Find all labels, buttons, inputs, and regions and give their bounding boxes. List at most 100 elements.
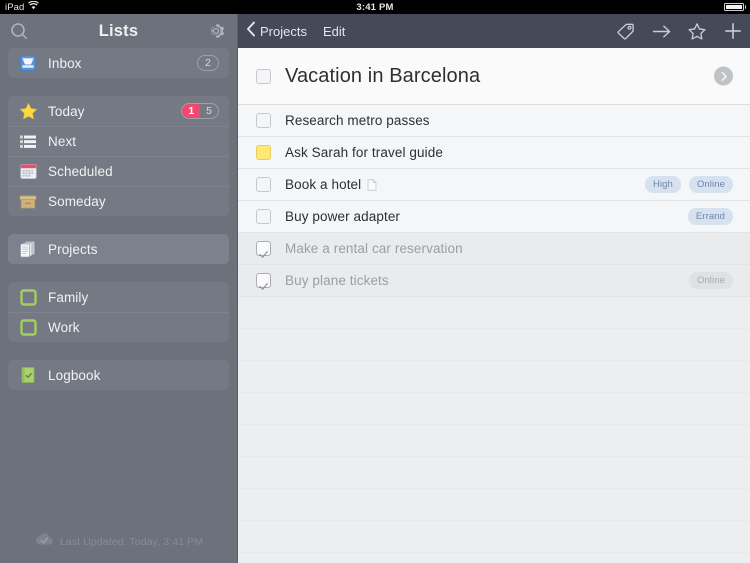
sidebar-group-areas: Family Work [8, 282, 229, 342]
page-title: Vacation in Barcelona [285, 64, 481, 87]
sidebar-item-today[interactable]: Today 1 5 [8, 96, 229, 126]
task-row[interactable]: Research metro passes [238, 105, 750, 137]
status-bar: iPad 3:41 PM [0, 0, 750, 14]
task-row[interactable]: Ask Sarah for travel guide [238, 137, 750, 169]
task-label: Research metro passes [285, 113, 430, 128]
inbox-tray-icon [18, 53, 38, 73]
sidebar-item-label: Today [48, 103, 85, 119]
status-badge[interactable]: Online [688, 176, 733, 193]
edit-button[interactable]: Edit [323, 24, 345, 39]
task-row[interactable]: Book a hotel High Online [238, 169, 750, 201]
list-stack-icon [18, 132, 38, 152]
sidebar-group-logbook: Logbook [8, 360, 229, 390]
task-tags: Online [688, 272, 733, 289]
task-checkbox[interactable] [256, 273, 271, 288]
task-row[interactable]: Buy power adapter Errand [238, 201, 750, 233]
cloud-check-icon [35, 532, 54, 551]
sidebar-item-label: Next [48, 134, 77, 149]
plus-icon [725, 23, 741, 39]
sidebar-item-scheduled[interactable]: Scheduled [8, 156, 229, 186]
sync-status: Last Updated: Today, 3:41 PM [0, 532, 238, 551]
inbox-badge: 2 [197, 55, 219, 71]
sidebar-item-label: Inbox [48, 55, 82, 71]
task-checkbox[interactable] [256, 177, 271, 192]
sidebar-item-label: Family [48, 289, 89, 305]
back-button[interactable]: Projects [246, 21, 307, 42]
sidebar: Lists Inbox 2 Today 1 5 Next Scheduled S… [0, 14, 238, 563]
sidebar-item-family[interactable]: Family [8, 282, 229, 312]
sidebar-item-label: Work [48, 320, 80, 335]
empty-row [238, 361, 750, 393]
task-tags: Errand [687, 208, 733, 225]
empty-row [238, 521, 750, 553]
task-checkbox[interactable] [256, 241, 271, 256]
green-book-check-icon [18, 365, 38, 385]
note-icon [367, 178, 377, 191]
sidebar-item-label: Someday [48, 194, 106, 209]
today-badge-count: 5 [206, 105, 212, 117]
empty-row [238, 489, 750, 521]
chevron-left-icon [246, 21, 256, 42]
empty-row [238, 393, 750, 425]
star-outline-icon [688, 22, 706, 40]
sidebar-item-work[interactable]: Work [8, 312, 229, 342]
task-checkbox[interactable] [256, 209, 271, 224]
main-panel: Projects Edit Vacation in Barcelona Rese… [238, 14, 750, 563]
empty-row [238, 297, 750, 329]
box-icon [18, 192, 38, 212]
sidebar-item-projects[interactable]: Projects [8, 234, 229, 264]
project-header: Vacation in Barcelona [238, 48, 750, 105]
task-label: Buy power adapter [285, 209, 401, 224]
empty-rows [238, 297, 750, 553]
empty-row [238, 329, 750, 361]
task-label: Buy plane tickets [285, 273, 389, 288]
sidebar-item-logbook[interactable]: Logbook [8, 360, 229, 390]
task-label: Book a hotel [285, 177, 362, 192]
today-badge: 1 5 [181, 103, 219, 119]
green-square-icon [18, 287, 38, 307]
arrow-right-icon [652, 25, 670, 37]
gear-icon[interactable] [199, 14, 233, 48]
project-checkbox[interactable] [256, 68, 271, 84]
pages-stack-icon [18, 239, 38, 259]
sidebar-item-inbox[interactable]: Inbox 2 [8, 48, 229, 78]
star-icon [18, 101, 38, 121]
star-button[interactable] [686, 20, 708, 42]
sidebar-item-someday[interactable]: Someday [8, 186, 229, 216]
move-button[interactable] [650, 20, 672, 42]
task-label: Make a rental car reservation [285, 241, 463, 256]
app-root: iPad 3:41 PM Lists Inbox 2 Today 1 5 Nex… [0, 0, 750, 563]
sidebar-group-lists: Today 1 5 Next Scheduled Someday [8, 96, 229, 216]
task-row[interactable]: Make a rental car reservation [238, 233, 750, 265]
status-badge[interactable]: Errand [687, 208, 733, 225]
status-badge[interactable]: High [644, 176, 681, 193]
add-button[interactable] [722, 20, 744, 42]
status-bar-clock: 3:41 PM [356, 1, 394, 13]
task-label: Ask Sarah for travel guide [285, 145, 443, 160]
sidebar-group-inbox: Inbox 2 [8, 48, 229, 78]
main-toolbar: Projects Edit [238, 14, 750, 48]
chevron-right-circle-icon[interactable] [714, 66, 733, 86]
sidebar-header: Lists [0, 14, 237, 48]
sidebar-item-label: Logbook [48, 367, 101, 383]
sync-status-text: Last Updated: Today, 3:41 PM [59, 535, 204, 548]
sidebar-group-projects: Projects [8, 234, 229, 264]
battery-indicator [723, 3, 746, 11]
battery-full-icon [723, 3, 744, 11]
task-checkbox[interactable] [256, 113, 271, 128]
calendar-icon [18, 162, 38, 182]
green-square-icon [18, 318, 38, 338]
status-badge[interactable]: Online [688, 272, 733, 289]
today-badge-due: 1 [182, 104, 201, 118]
sidebar-item-label: Projects [48, 241, 98, 257]
task-checkbox[interactable] [256, 145, 271, 160]
tag-button[interactable] [614, 20, 636, 42]
task-tags: High Online [644, 176, 733, 193]
toolbar-actions [614, 14, 744, 48]
empty-row [238, 457, 750, 489]
back-button-label: Projects [260, 23, 307, 39]
battery-tip [744, 5, 746, 9]
sidebar-groups: Inbox 2 Today 1 5 Next Scheduled Someday… [0, 48, 237, 390]
task-row[interactable]: Buy plane tickets Online [238, 265, 750, 297]
sidebar-item-next[interactable]: Next [8, 126, 229, 156]
